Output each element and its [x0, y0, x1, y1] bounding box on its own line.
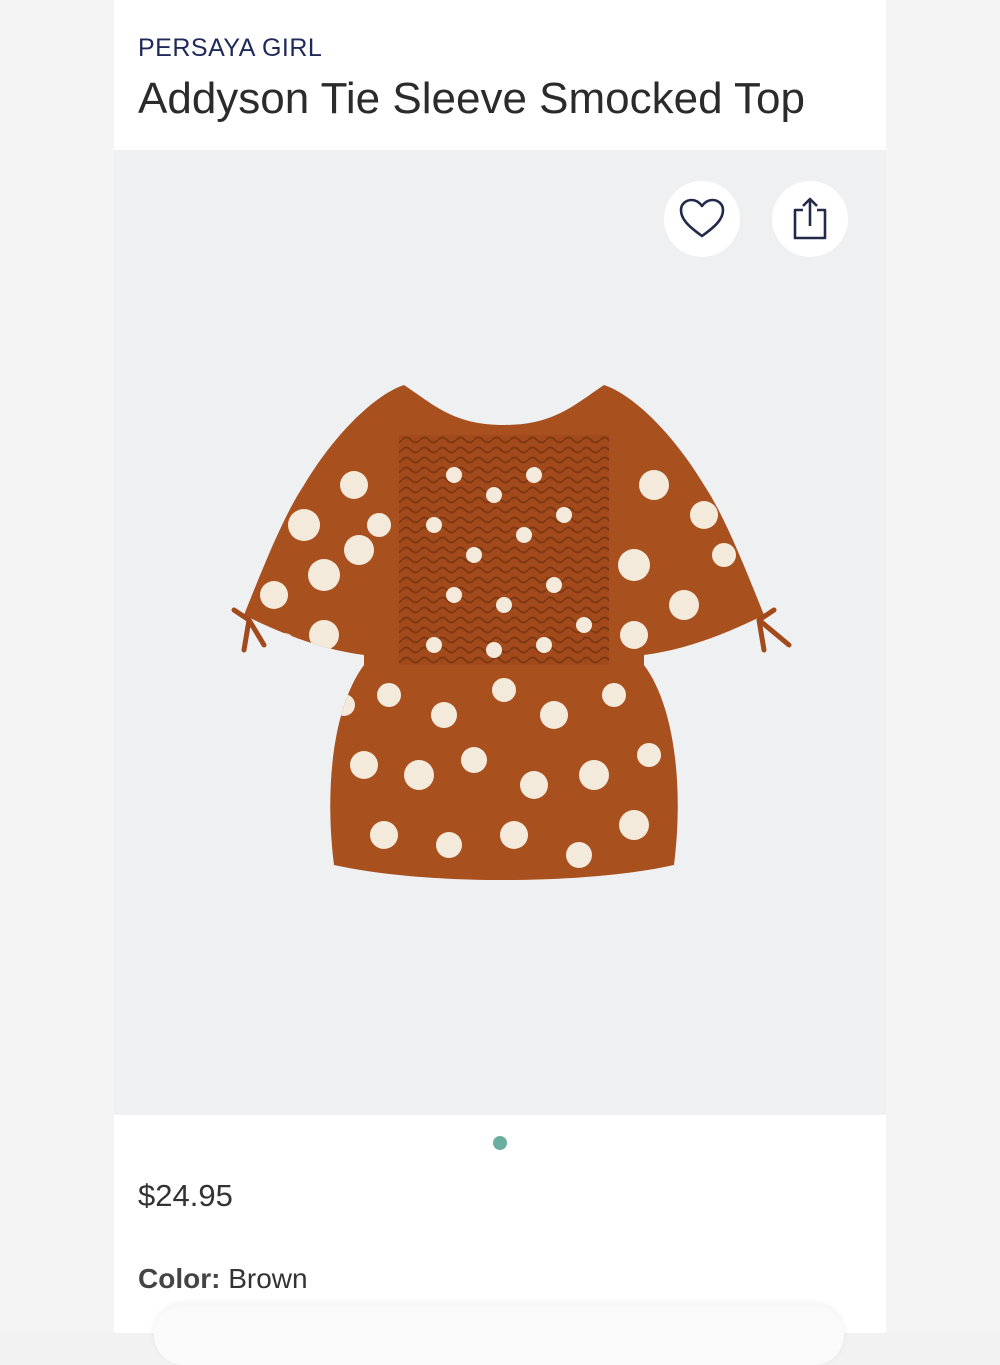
background-left: [0, 0, 114, 1333]
favorite-button[interactable]: [664, 181, 740, 257]
product-photo: [231, 385, 792, 880]
brand-name[interactable]: PERSAYA GIRL: [138, 34, 322, 63]
product-image-gallery[interactable]: [114, 150, 886, 1115]
heart-icon: [679, 198, 725, 238]
background-right: [886, 0, 1000, 1333]
color-label: Color:: [138, 1263, 229, 1294]
product-card: PERSAYA GIRL Addyson Tie Sleeve Smocked …: [114, 0, 886, 1365]
color-selection: Color: Brown: [138, 1263, 308, 1295]
product-title: Addyson Tie Sleeve Smocked Top: [138, 74, 805, 123]
share-button[interactable]: [772, 181, 848, 257]
share-icon: [793, 197, 827, 240]
color-value: Brown: [228, 1263, 308, 1294]
product-header: PERSAYA GIRL Addyson Tie Sleeve Smocked …: [138, 0, 868, 150]
carousel-indicator: [114, 1115, 886, 1170]
carousel-dot-active[interactable]: [493, 1135, 507, 1150]
color-swatch-bar[interactable]: [154, 1305, 844, 1365]
product-price: $24.95: [138, 1178, 233, 1213]
